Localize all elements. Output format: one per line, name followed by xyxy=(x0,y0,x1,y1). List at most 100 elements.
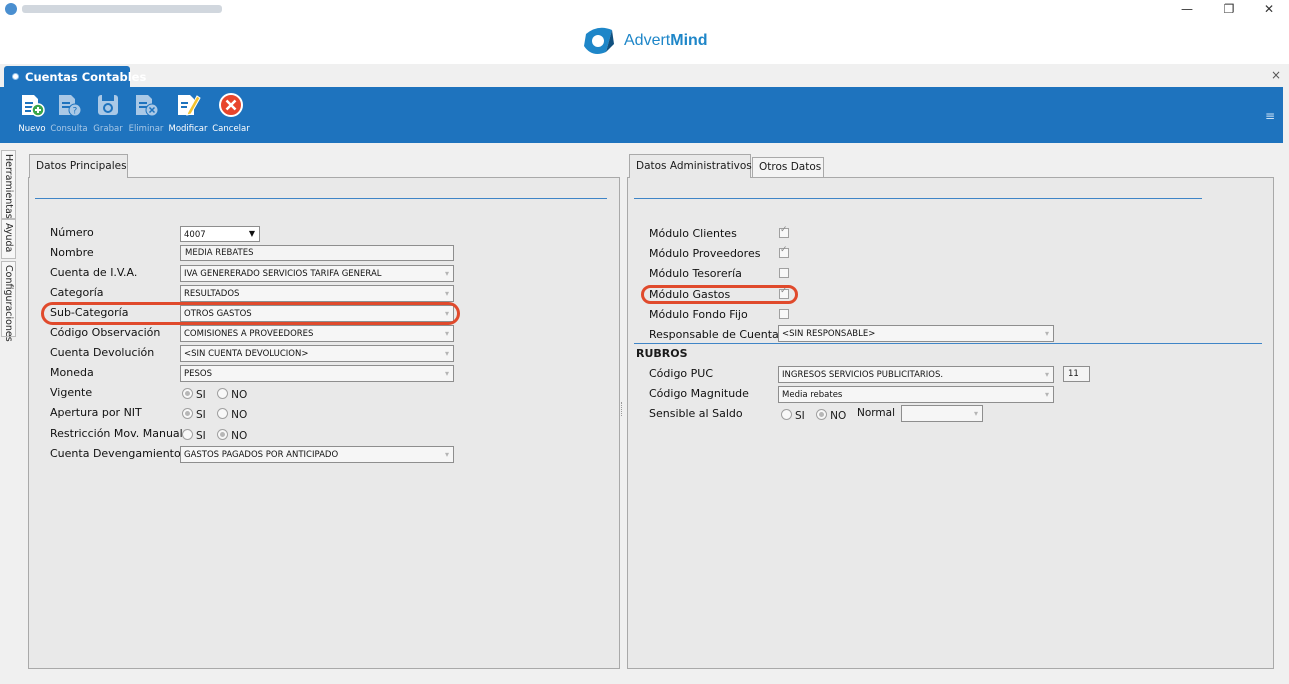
modulo-fondo-fijo-checkbox[interactable] xyxy=(779,309,789,319)
moneda-label: Moneda xyxy=(50,366,94,379)
chevron-down-icon: ▾ xyxy=(1044,390,1049,399)
codigo-puc-select[interactable]: INGRESOS SERVICIOS PUBLICITARIOS. ▾ xyxy=(778,366,1054,383)
eliminar-label: Eliminar xyxy=(128,124,164,134)
grabar-button[interactable]: Grabar xyxy=(91,87,125,143)
consulta-button[interactable]: ? Consulta xyxy=(49,87,89,143)
close-window-button[interactable]: ✕ xyxy=(1256,1,1282,17)
chevron-down-icon: ▾ xyxy=(444,289,449,298)
modulo-gastos-label: Módulo Gastos xyxy=(649,288,731,301)
new-doc-icon xyxy=(22,95,45,117)
tab-status-icon xyxy=(12,73,19,80)
tab-datos-administrativos[interactable]: Datos Administrativos xyxy=(629,154,752,178)
restriccion-label: Restricción Mov. Manual xyxy=(50,427,183,440)
apertura-nit-radio-group: SI NO xyxy=(182,408,255,421)
codigo-magnitude-label: Código Magnitude xyxy=(649,387,749,400)
window-title-blurred xyxy=(22,5,222,13)
cuenta-devolucion-label: Cuenta Devolución xyxy=(50,346,155,359)
close-tab-icon[interactable]: × xyxy=(1271,68,1281,82)
chevron-down-icon: ▾ xyxy=(1044,370,1049,379)
codigo-puc-value: INGRESOS SERVICIOS PUBLICITARIOS. xyxy=(782,370,944,380)
modificar-button[interactable]: Modificar xyxy=(167,87,209,143)
sensible-si-radio[interactable] xyxy=(781,409,792,420)
nuevo-button[interactable]: Nuevo xyxy=(17,87,47,143)
modulo-tesoreria-checkbox[interactable] xyxy=(779,268,789,278)
restriccion-no-radio[interactable] xyxy=(217,429,229,440)
vigente-no-radio[interactable] xyxy=(217,388,229,399)
side-tab-label: Herramientas xyxy=(3,154,14,219)
svg-text:?: ? xyxy=(73,107,78,117)
tab-cuentas-contables[interactable]: Cuentas Contables xyxy=(4,66,146,87)
chevron-down-icon[interactable]: ▼ xyxy=(249,229,255,238)
side-tab-herramientas[interactable]: Herramientas xyxy=(1,150,16,219)
sub-categoria-value: OTROS GASTOS xyxy=(184,309,252,319)
chevron-down-icon: ▾ xyxy=(444,349,449,358)
restriccion-si-radio[interactable] xyxy=(182,429,193,440)
nombre-value: MEDIA REBATES xyxy=(185,248,254,258)
codigo-puc-code-value: 11 xyxy=(1068,369,1079,379)
cuenta-iva-select[interactable]: IVA GENERERADO SERVICIOS TARIFA GENERAL ▾ xyxy=(180,265,454,282)
cuenta-devengamiento-select[interactable]: GASTOS PAGADOS POR ANTICIPADO ▾ xyxy=(180,446,454,463)
codigo-observacion-select[interactable]: COMISIONES A PROVEEDORES ▾ xyxy=(180,325,454,342)
modificar-label: Modificar xyxy=(168,124,208,134)
cancel-icon xyxy=(219,93,243,117)
apertura-no-radio[interactable] xyxy=(217,408,229,419)
modulo-proveedores-label: Módulo Proveedores xyxy=(649,247,761,260)
cuenta-devengamiento-label: Cuenta Devengamiento xyxy=(50,447,181,460)
vigente-label: Vigente xyxy=(50,386,93,399)
codigo-magnitude-value: Media rebates xyxy=(782,390,843,400)
chevron-down-icon: ▾ xyxy=(444,269,449,278)
side-tab-ayuda[interactable]: Ayuda xyxy=(1,219,16,259)
cuenta-devolucion-select[interactable]: <SIN CUENTA DEVOLUCION> ▾ xyxy=(180,345,454,362)
codigo-magnitude-select[interactable]: Media rebates ▾ xyxy=(778,386,1054,403)
chevron-down-icon: ▾ xyxy=(444,450,449,459)
tab-datos-principales[interactable]: Datos Principales xyxy=(29,154,128,178)
tab-label: Cuentas Contables xyxy=(25,70,147,84)
toolbar-menu-icon[interactable]: ≡ xyxy=(1265,109,1275,123)
sub-categoria-select[interactable]: OTROS GASTOS ▾ xyxy=(180,305,454,322)
responsable-value: <SIN RESPONSABLE> xyxy=(782,329,876,339)
codigo-observacion-label: Código Observación xyxy=(50,326,161,339)
action-toolbar: Nuevo ? Consulta Grabar Eliminar Modific… xyxy=(0,87,1283,143)
grabar-label: Grabar xyxy=(93,124,123,134)
moneda-select[interactable]: PESOS ▾ xyxy=(180,365,454,382)
radio-si-label: SI xyxy=(196,389,206,401)
radio-no-label: NO xyxy=(830,410,847,422)
minimize-button[interactable]: — xyxy=(1174,1,1200,17)
cancelar-button[interactable]: Cancelar xyxy=(211,87,251,143)
eliminar-button[interactable]: Eliminar xyxy=(127,87,165,143)
codigo-puc-code[interactable]: 11 xyxy=(1063,366,1090,382)
cuenta-devolucion-value: <SIN CUENTA DEVOLUCION> xyxy=(184,349,309,359)
panel-splitter[interactable] xyxy=(621,402,625,416)
normal-select[interactable]: ▾ xyxy=(901,405,983,422)
modulo-proveedores-checkbox[interactable] xyxy=(779,245,789,258)
numero-field[interactable]: 4007 ▼ xyxy=(180,226,260,242)
categoria-value: RESULTADOS xyxy=(184,289,240,299)
query-doc-icon: ? xyxy=(59,95,82,117)
window-titlebar: — ❐ ✕ xyxy=(0,0,1289,18)
cuenta-iva-value: IVA GENERERADO SERVICIOS TARIFA GENERAL xyxy=(184,269,382,279)
modulo-clientes-checkbox[interactable] xyxy=(779,225,789,238)
cuenta-devengamiento-value: GASTOS PAGADOS POR ANTICIPADO xyxy=(184,450,339,460)
radio-no-label: NO xyxy=(231,430,248,442)
apertura-si-radio[interactable] xyxy=(182,408,193,419)
side-tab-configuraciones[interactable]: Configuraciones xyxy=(1,261,16,342)
sensible-saldo-label: Sensible al Saldo xyxy=(649,407,743,420)
separator-line xyxy=(634,343,1262,344)
save-icon xyxy=(98,95,118,115)
sensible-saldo-radio-group: SI NO xyxy=(781,409,854,422)
numero-value: 4007 xyxy=(184,230,206,240)
tab-otros-datos[interactable]: Otros Datos xyxy=(752,157,824,177)
restore-button[interactable]: ❐ xyxy=(1216,1,1242,17)
sensible-no-radio[interactable] xyxy=(816,409,828,420)
consulta-label: Consulta xyxy=(50,124,88,134)
categoria-select[interactable]: RESULTADOS ▾ xyxy=(180,285,454,302)
vigente-si-radio[interactable] xyxy=(182,388,193,399)
modulo-gastos-checkbox[interactable] xyxy=(779,286,789,299)
chevron-down-icon: ▾ xyxy=(444,309,449,318)
chevron-down-icon: ▾ xyxy=(444,329,449,338)
chevron-down-icon: ▾ xyxy=(973,409,978,418)
nombre-field[interactable]: MEDIA REBATES xyxy=(180,245,454,261)
responsable-select[interactable]: <SIN RESPONSABLE> ▾ xyxy=(778,325,1054,342)
apertura-nit-label: Apertura por NIT xyxy=(50,406,142,419)
document-tabstrip: Cuentas Contables × xyxy=(0,64,1289,87)
